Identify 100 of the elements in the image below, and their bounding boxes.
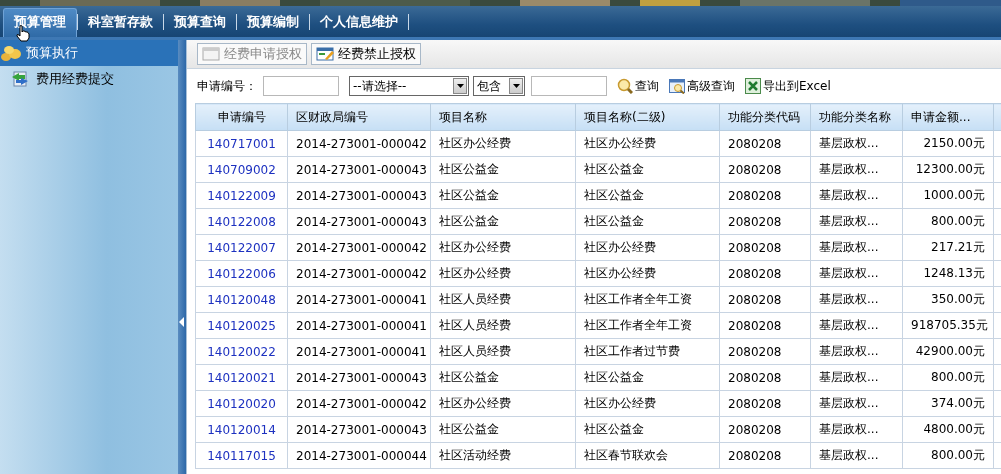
nav-tab[interactable]: 科室暂存款 <box>78 9 163 37</box>
table-cell: 2014-273001-000043 <box>287 364 431 391</box>
spreadsheet-icon <box>745 78 761 94</box>
table-cell: 1248.13元 <box>902 260 994 287</box>
table-cell: 基层政权... <box>810 182 903 209</box>
table-cell: 2014-273001-000043 <box>287 182 431 209</box>
link[interactable]: 140122007 <box>195 234 288 261</box>
table-cell: 1000.00元 <box>902 182 994 209</box>
table-cell: 社区工作者全年工资 <box>575 286 720 313</box>
table-cell: 社区办公经费 <box>575 260 720 287</box>
table-cell: 2014-273001-000043 <box>287 208 431 235</box>
field-label: 申请编号： <box>197 77 257 95</box>
table-cell: 基层政权... <box>810 234 903 261</box>
toolbar-link[interactable]: 导出到Excel <box>745 77 831 95</box>
table-cell: 800.00元 <box>902 208 994 235</box>
table-cell: 2080208 <box>719 130 811 157</box>
table-cell: 2080208 <box>719 234 811 261</box>
table-cell: 社区人员经费 <box>430 338 576 365</box>
coins-icon <box>0 44 22 62</box>
table-cell: 2080208 <box>719 312 811 339</box>
table-cell: 2014-273001-000041 <box>287 338 431 365</box>
table-cell: 社区公益金 <box>430 156 576 183</box>
table-cell: 2080208 <box>719 390 811 417</box>
table-cell: 2014-273001-000042 <box>287 390 431 417</box>
table-cell: 2080208 <box>719 208 811 235</box>
edit-form-icon <box>316 46 334 62</box>
table-cell: 社区办公经费 <box>575 130 720 157</box>
table-cell: 社区公益金 <box>575 156 720 183</box>
link[interactable]: 140120048 <box>195 286 288 313</box>
column-header[interactable]: 区财政局编号 <box>287 103 431 131</box>
link[interactable]: 140717001 <box>195 130 288 157</box>
window-magnifier-icon <box>669 78 685 94</box>
table-cell: 12300.00元 <box>902 156 994 183</box>
table-cell: 2150.00元 <box>902 130 994 157</box>
table-cell: 社区公益金 <box>430 208 576 235</box>
table-cell: 2014-273001-000041 <box>287 312 431 339</box>
sidebar-item[interactable]: 费用经费提交 <box>0 66 178 92</box>
sidebar-item[interactable]: 预算执行 <box>0 40 178 66</box>
table-cell: 社区公益金 <box>575 416 720 443</box>
table-cell: 2014-273001-000042 <box>287 234 431 261</box>
table-cell: 基层政权... <box>810 338 903 365</box>
table-cell: 374.00元 <box>902 390 994 417</box>
nav-tab[interactable]: 个人信息维护 <box>310 9 408 37</box>
link[interactable]: 140709002 <box>195 156 288 183</box>
link[interactable]: 140120014 <box>195 416 288 443</box>
nav-tab[interactable]: 预算编制 <box>237 9 309 37</box>
table-cell: 2014-273001-000044 <box>287 442 431 469</box>
column-header[interactable]: 项目名称 <box>430 103 576 131</box>
table-cell: 社区办公经费 <box>430 260 576 287</box>
table-cell: 2080208 <box>719 286 811 313</box>
input-field[interactable] <box>263 76 339 96</box>
table-cell: 基层政权... <box>810 130 903 157</box>
table-cell: 社区办公经费 <box>575 234 720 261</box>
table-cell: 社区活动经费 <box>430 442 576 469</box>
link[interactable]: 140117015 <box>195 442 288 469</box>
table-cell: 918705.35元 <box>902 312 994 339</box>
table-cell: 社区人员经费 <box>430 286 576 313</box>
link[interactable]: 140120022 <box>195 338 288 365</box>
link[interactable]: 140120025 <box>195 312 288 339</box>
table-cell: 2080208 <box>719 416 811 443</box>
table-cell: 社区工作者全年工资 <box>575 312 720 339</box>
dropdown[interactable]: 包含 <box>473 76 525 96</box>
nav-tab[interactable]: 预算查询 <box>164 9 236 37</box>
table-cell: 2014-273001-000042 <box>287 260 431 287</box>
table-cell: 基层政权... <box>810 416 903 443</box>
table-cell: 社区公益金 <box>575 208 720 235</box>
form-icon <box>202 46 220 62</box>
toolbar-link[interactable]: 查询 <box>617 77 659 95</box>
table-cell: 4800.00元 <box>902 416 994 443</box>
table-cell: 社区公益金 <box>430 364 576 391</box>
splitter-handle[interactable] <box>178 40 186 474</box>
table-cell: 2014-273001-000041 <box>287 286 431 313</box>
table-cell: 2080208 <box>719 442 811 469</box>
table-cell: 基层政权... <box>810 364 903 391</box>
column-header[interactable]: 项目名称(二级) <box>575 103 720 131</box>
table-cell: 800.00元 <box>902 364 994 391</box>
table-cell: 2014-273001-000043 <box>287 156 431 183</box>
table-cell: 社区工作者过节费 <box>575 338 720 365</box>
link[interactable]: 140122009 <box>195 182 288 209</box>
column-header[interactable]: 申请编号 <box>195 103 288 131</box>
table-cell: 800.00元 <box>902 442 994 469</box>
table-cell: 2014-273001-000043 <box>287 416 431 443</box>
column-header[interactable]: 功能分类名称 <box>810 103 903 131</box>
link[interactable]: 140120021 <box>195 364 288 391</box>
link[interactable]: 140122008 <box>195 208 288 235</box>
toolbar-link[interactable]: 高级查询 <box>669 77 735 95</box>
caret-icon <box>512 84 520 88</box>
table-cell: 基层政权... <box>810 208 903 235</box>
toolbar-button[interactable]: 经费禁止授权 <box>311 43 421 65</box>
link[interactable]: 140120020 <box>195 390 288 417</box>
table-cell: 2080208 <box>719 364 811 391</box>
table-cell: 217.21元 <box>902 234 994 261</box>
link[interactable]: 140122006 <box>195 260 288 287</box>
dropdown[interactable]: --请选择-- <box>349 76 469 96</box>
table-cell: 2080208 <box>719 156 811 183</box>
column-header[interactable]: 申请金额... <box>902 103 994 131</box>
input-field[interactable] <box>531 76 607 96</box>
column-header[interactable]: 功能分类代码 <box>719 103 811 131</box>
table-cell: 2080208 <box>719 260 811 287</box>
table-cell: 2080208 <box>719 182 811 209</box>
